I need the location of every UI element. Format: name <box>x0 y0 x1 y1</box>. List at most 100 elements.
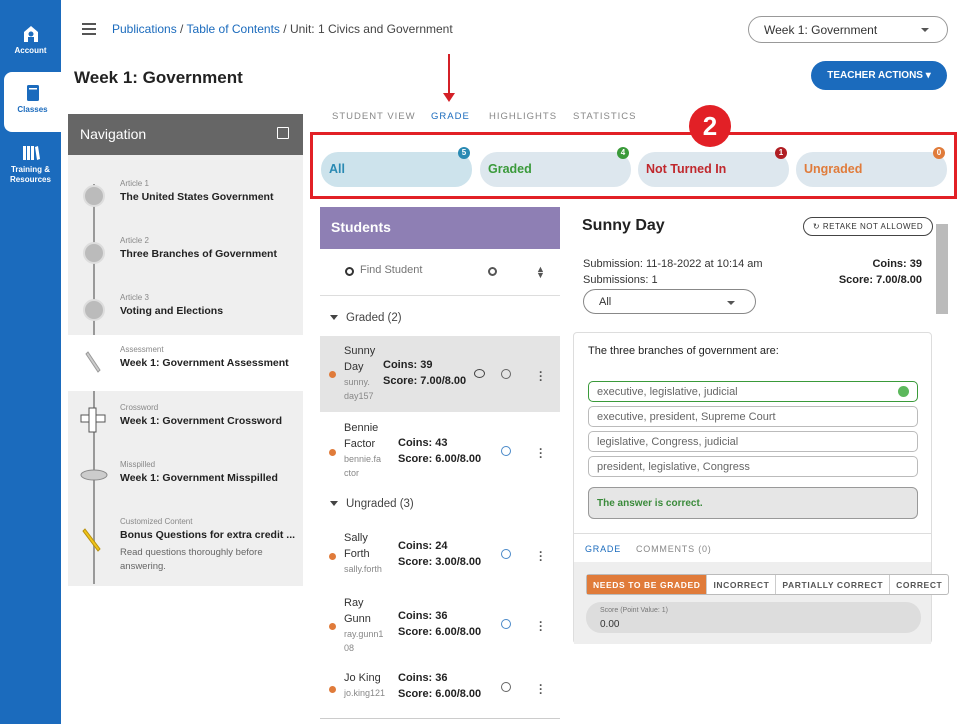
rail-training[interactable]: Training & Resources <box>0 144 61 204</box>
refresh-icon: ↻ <box>812 222 823 231</box>
chevron-down-icon <box>727 301 735 305</box>
navigation-header: Navigation <box>68 114 303 155</box>
student-coins-score: Coins: 39 Score: 7.00/8.00 <box>383 359 467 387</box>
tab-statistics[interactable]: STATISTICS <box>573 111 636 122</box>
breadcrumb-publications[interactable]: Publications <box>112 22 177 36</box>
needs-grading-button[interactable]: NEEDS TO BE GRADED <box>587 575 708 594</box>
filter-ungraded[interactable]: Ungraded 0 <box>796 147 947 187</box>
nav-item-assessment[interactable]: Assessment Week 1: Government Assessment <box>68 335 303 391</box>
sort-icon[interactable]: ▲ ▼ <box>536 265 545 280</box>
tab-highlights[interactable]: HIGHLIGHTS <box>489 111 557 122</box>
group-ungraded[interactable]: Ungraded (3) <box>330 498 414 510</box>
answer-option: legislative, Congress, judicial <box>588 431 918 452</box>
correct-button[interactable]: CORRECT <box>890 575 948 594</box>
breadcrumb-toc[interactable]: Table of Contents <box>187 22 280 36</box>
nav-item-misspilled[interactable]: Misspilled Week 1: Government Misspilled <box>68 450 303 506</box>
comment-icon[interactable] <box>474 369 485 378</box>
edit-icon[interactable] <box>277 127 289 139</box>
grade-tabs: GRADE COMMENTS (0) <box>574 533 931 565</box>
nav-item-article-2[interactable]: Article 2 Three Branches of Government <box>68 226 303 282</box>
more-options-icon[interactable]: · · · <box>539 679 543 699</box>
filter-graded[interactable]: Graded 4 <box>480 147 631 187</box>
score-field[interactable]: Score (Point Value: 1) 0.00 <box>586 602 921 633</box>
breadcrumb-current: Unit: 1 Civics and Government <box>289 22 453 36</box>
hamburger-menu-icon[interactable] <box>82 23 96 35</box>
filter-count-badge: 4 <box>617 147 629 159</box>
retake-not-allowed-button[interactable]: ↻ RETAKE NOT ALLOWED <box>803 217 933 236</box>
retake-icon[interactable] <box>501 369 511 379</box>
rail-classes-label: Classes <box>17 105 48 114</box>
student-row[interactable]: Ray Gunn ray.gunn1 08 Coins: 36 Score: 6.00/… <box>320 592 560 668</box>
student-detail-name: Sunny Day <box>582 217 665 234</box>
group-label: Graded (2) <box>346 312 402 324</box>
account-icon <box>23 26 38 42</box>
more-options-icon[interactable]: · · · <box>539 546 543 566</box>
chevron-down-icon <box>330 315 338 321</box>
student-row[interactable]: Sally Forth sally.forth Coins: 24 Score: 3.… <box>320 522 560 598</box>
misspilled-icon <box>80 469 108 481</box>
filter-all[interactable]: All 5 <box>321 147 472 187</box>
more-options-icon[interactable]: · · · <box>539 616 543 636</box>
student-name: Sally Forth sally.forth <box>344 530 390 576</box>
annotation-arrow <box>443 54 455 102</box>
status-dot <box>329 553 336 560</box>
submission-date: Submission: 11-18-2022 at 10:14 am <box>583 258 763 270</box>
submission-filter-select[interactable]: All <box>583 289 756 314</box>
nav-item-title: Week 1: Government Assessment <box>120 357 289 369</box>
retake-icon[interactable] <box>501 682 511 692</box>
nav-item-title: The United States Government <box>120 191 274 203</box>
more-options-icon[interactable]: · · · <box>539 443 543 463</box>
grade-button-group: NEEDS TO BE GRADED INCORRECT PARTIALLY C… <box>586 574 950 595</box>
student-username: bennie.fa ctor <box>344 454 382 478</box>
scrollbar-thumb[interactable] <box>936 224 948 314</box>
nav-item-title: Week 1: Government Crossword <box>120 415 283 427</box>
answer-text: executive, president, Supreme Court <box>597 411 776 423</box>
student-row[interactable]: Sunny Day sunny. day157 Coins: 39 Score: 7.0… <box>320 336 560 412</box>
student-coins-score: Coins: 24 Score: 3.00/8.00 <box>398 540 482 568</box>
week-select[interactable]: Week 1: Government <box>748 16 948 43</box>
partially-correct-button[interactable]: PARTIALLY CORRECT <box>776 575 891 594</box>
seal-icon <box>83 299 105 321</box>
search-icon[interactable] <box>488 267 497 276</box>
students-header: Students <box>320 207 560 249</box>
book-icon <box>26 85 39 101</box>
question-text: The three branches of government are: <box>588 345 779 357</box>
student-row[interactable]: Bennie Factor bennie.fa ctor Coins: 43 Score… <box>320 415 560 491</box>
rail-classes[interactable]: Classes <box>4 72 61 132</box>
nav-item-title: Voting and Elections <box>120 305 224 317</box>
students-panel: Students ▲▼ Graded (2) SunnyDaysunny.day… <box>320 207 560 719</box>
nav-item-type: Article 1 <box>120 179 149 188</box>
library-icon <box>22 146 40 160</box>
nav-item-article-1[interactable]: Article 1 The United States Government <box>68 169 303 225</box>
incorrect-button[interactable]: INCORRECT <box>707 575 777 594</box>
seal-icon <box>83 242 105 264</box>
filter-label: Ungraded <box>804 162 863 176</box>
retake-icon[interactable] <box>501 446 511 456</box>
retake-icon[interactable] <box>501 619 511 629</box>
nav-item-crossword[interactable]: Crossword Week 1: Government Crossword <box>68 393 303 449</box>
group-graded[interactable]: Graded (2) <box>330 312 402 324</box>
nav-item-article-3[interactable]: Article 3 Voting and Elections <box>68 283 303 339</box>
question-card: The three branches of government are: ex… <box>573 332 950 644</box>
student-row[interactable]: Jo King jo.king121 Coins: 36 Score: 6.00/8… <box>320 662 560 724</box>
tab-grade[interactable]: GRADE <box>431 111 470 122</box>
breadcrumb-separator: / <box>176 22 187 36</box>
nav-item-type: Crossword <box>120 403 159 412</box>
student-username: sally.forth <box>344 564 382 574</box>
status-dot <box>329 371 336 378</box>
filter-not-turned-in[interactable]: Not Turned In 1 <box>638 147 789 187</box>
breadcrumb: Publications / Table of Contents / Unit:… <box>112 22 453 36</box>
find-student-input[interactable] <box>360 264 470 276</box>
navigation-title: Navigation <box>80 126 147 142</box>
tab-comments[interactable]: COMMENTS (0) <box>636 544 712 554</box>
search-icon <box>345 267 354 276</box>
nav-item-custom[interactable]: Customized Content Bonus Questions for e… <box>68 507 303 582</box>
rail-account-label: Account <box>14 46 47 55</box>
more-options-icon[interactable]: · · · <box>539 366 543 386</box>
seal-icon <box>83 185 105 207</box>
tab-student-view[interactable]: STUDENT VIEW <box>332 111 416 122</box>
teacher-actions-button[interactable]: TEACHER ACTIONS ▾ <box>811 61 947 90</box>
retake-icon[interactable] <box>501 549 511 559</box>
nav-item-title: Bonus Questions for extra credit ... <box>120 529 296 541</box>
student-name: Jo King jo.king121 <box>344 670 400 700</box>
